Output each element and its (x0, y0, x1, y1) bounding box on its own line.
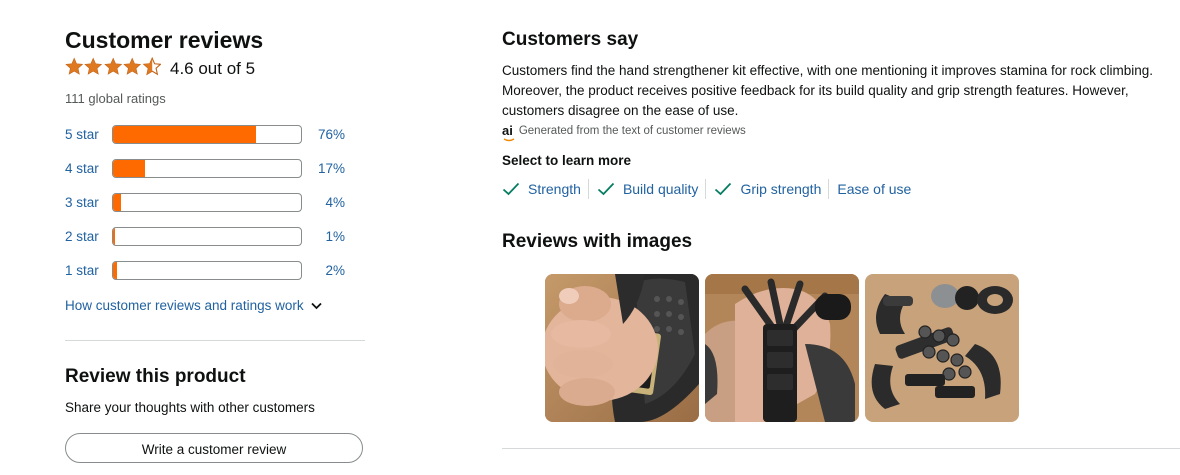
histogram-fill (113, 193, 121, 211)
review-image-2[interactable] (705, 274, 859, 422)
hand-gripper-photo-icon (545, 274, 699, 422)
histogram-label[interactable]: 5 star (65, 127, 112, 142)
check-icon (502, 182, 520, 196)
aspect-label[interactable]: Ease of use (837, 181, 911, 197)
customer-reviews-heading: Customer reviews (65, 27, 264, 53)
histogram-label[interactable]: 3 star (65, 195, 112, 210)
reviews-with-images-heading: Reviews with images (502, 231, 693, 252)
histogram-percent[interactable]: 4% (305, 195, 345, 210)
global-ratings-count: 111 global ratings (65, 91, 166, 106)
histogram-row-4-star[interactable]: 4 star 17% (65, 158, 365, 178)
smile-arc-icon (503, 138, 515, 142)
histogram-percent[interactable]: 2% (305, 263, 345, 278)
aspect-label[interactable]: Strength (528, 181, 581, 197)
histogram-percent[interactable]: 1% (305, 229, 345, 244)
aspect-label[interactable]: Grip strength (740, 181, 821, 197)
aspect-label[interactable]: Build quality (623, 181, 699, 197)
star-full-icon (104, 57, 122, 75)
chevron-down-icon[interactable] (310, 302, 322, 310)
histogram-fill (113, 159, 145, 177)
kit-parts-photo-icon (865, 274, 1019, 422)
histogram-fill (113, 125, 256, 143)
star-full-icon (123, 57, 142, 75)
review-image-1[interactable] (545, 274, 699, 422)
ai-icon: ai (502, 123, 515, 142)
histogram-bar[interactable] (112, 226, 302, 246)
histogram-bar[interactable] (112, 158, 302, 178)
how-reviews-work-link[interactable]: How customer reviews and ratings work (65, 298, 322, 313)
aspect-ease-of-use[interactable]: Ease of use (837, 181, 918, 197)
write-review-button[interactable]: Write a customer review (65, 433, 363, 463)
aspect-build-quality[interactable]: Build quality (597, 181, 706, 197)
histogram-row-5-star[interactable]: 5 star 76% (65, 124, 365, 144)
finger-exerciser-photo-icon (705, 274, 859, 422)
histogram-label[interactable]: 1 star (65, 263, 112, 278)
histogram-bar[interactable] (112, 260, 302, 280)
check-icon (597, 182, 615, 196)
histogram-label[interactable]: 4 star (65, 161, 112, 176)
histogram-percent[interactable]: 76% (305, 127, 345, 142)
generated-note-text: Generated from the text of customer revi… (518, 125, 746, 137)
rating-stars[interactable] (65, 57, 162, 77)
histogram-row-2-star[interactable]: 2 star 1% (65, 226, 365, 246)
section-divider (65, 340, 365, 341)
histogram-percent[interactable]: 17% (305, 161, 345, 176)
review-image-3[interactable] (865, 274, 1019, 422)
review-product-subtitle: Share your thoughts with other customers (65, 400, 315, 415)
customers-say-summary: Customers find the hand strengthener kit… (502, 63, 1154, 118)
select-to-learn-label: Select to learn more (502, 153, 632, 168)
star-half-icon (142, 57, 162, 76)
histogram-row-3-star[interactable]: 3 star 4% (65, 192, 365, 212)
aspect-filter-list: Strength Build quality Grip strength Eas… (502, 179, 918, 199)
histogram-fill (113, 261, 117, 279)
how-reviews-work-label[interactable]: How customer reviews and ratings work (65, 298, 304, 313)
review-product-heading: Review this product (65, 366, 246, 387)
ai-badge-text: ai (502, 123, 513, 138)
section-divider (502, 448, 1180, 449)
aspect-grip-strength[interactable]: Grip strength (714, 181, 828, 197)
aspect-divider (828, 179, 830, 199)
aspect-divider (587, 179, 589, 199)
star-full-icon (65, 57, 84, 75)
customers-say-heading: Customers say (502, 29, 639, 50)
generated-note: ai Generated from the text of customer r… (502, 123, 746, 142)
average-rating-text: 4.6 out of 5 (170, 59, 256, 78)
histogram-bar[interactable] (112, 192, 302, 212)
star-full-icon (84, 57, 103, 75)
histogram-row-1-star[interactable]: 1 star 2% (65, 260, 365, 280)
histogram-bar[interactable] (112, 124, 302, 144)
histogram-label[interactable]: 2 star (65, 229, 112, 244)
check-icon (715, 182, 732, 196)
aspect-strength[interactable]: Strength (502, 181, 588, 197)
histogram-fill (113, 227, 115, 245)
aspect-divider (705, 179, 707, 199)
